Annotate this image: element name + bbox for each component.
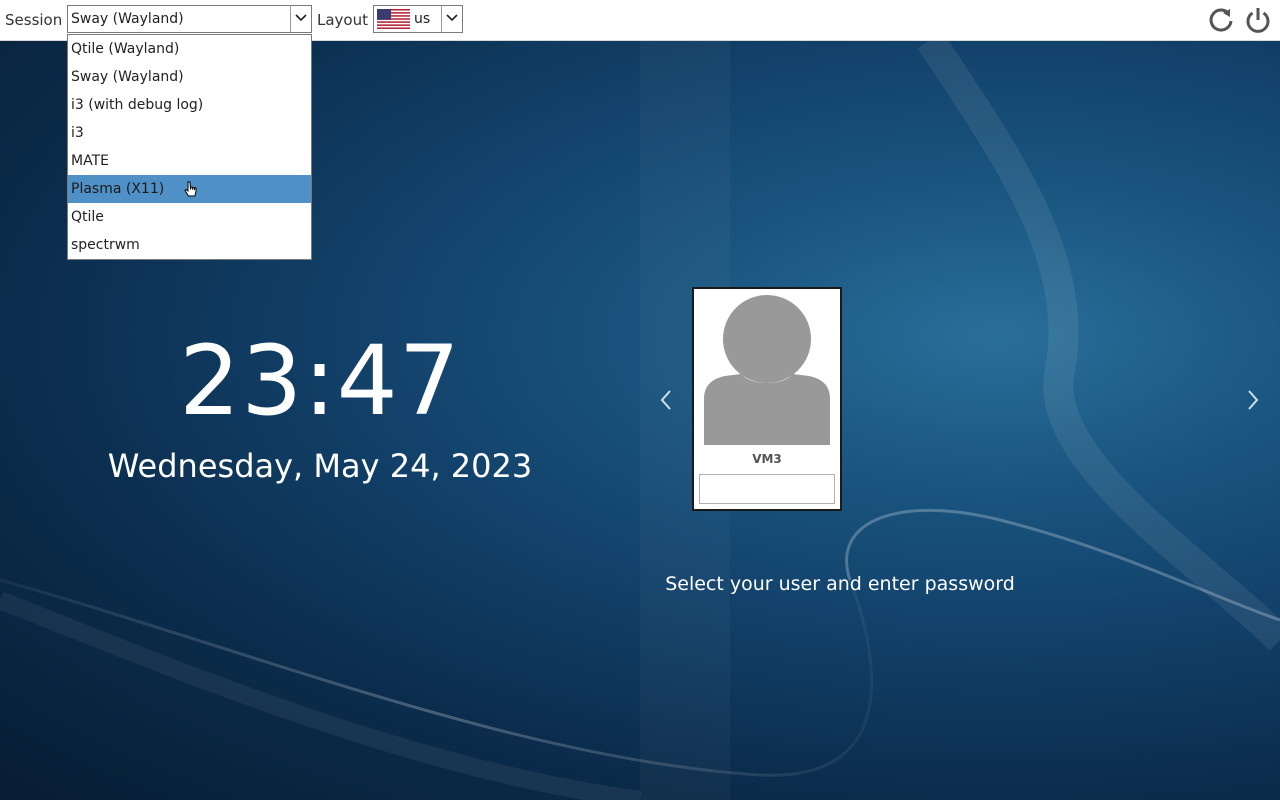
chevron-left-icon[interactable] [660, 389, 672, 411]
clock-date: Wednesday, May 24, 2023 [107, 447, 533, 485]
session-option-sway-wayland[interactable]: Sway (Wayland) [68, 63, 311, 91]
password-field[interactable] [699, 474, 835, 504]
hand-cursor-icon [184, 181, 197, 197]
session-option-i3-debug[interactable]: i3 (with debug log) [68, 91, 311, 119]
user-name: VM3 [752, 452, 782, 466]
session-dropdown-menu: Qtile (Wayland) Sway (Wayland) i3 (with … [67, 34, 312, 260]
session-select[interactable]: Sway (Wayland) [67, 5, 312, 33]
session-option-spectrwm[interactable]: spectrwm [68, 231, 311, 259]
chevron-down-icon[interactable] [441, 6, 462, 32]
chevron-right-icon[interactable] [1247, 389, 1259, 411]
login-hint: Select your user and enter password [665, 573, 1015, 595]
session-option-qtile-wayland[interactable]: Qtile (Wayland) [68, 35, 311, 63]
layout-select-value: us [414, 11, 431, 27]
session-select-value: Sway (Wayland) [71, 11, 184, 27]
avatar-icon [704, 295, 830, 445]
reboot-icon[interactable] [1207, 6, 1235, 34]
power-icon[interactable] [1244, 6, 1272, 34]
layout-label: Layout [317, 11, 368, 29]
user-card[interactable]: VM3 [692, 287, 842, 511]
clock-time: 23:47 [179, 325, 461, 437]
session-label: Session [5, 11, 63, 29]
session-option-i3[interactable]: i3 [68, 119, 311, 147]
session-option-mate[interactable]: MATE [68, 147, 311, 175]
chevron-down-icon[interactable] [290, 6, 311, 32]
us-flag-icon [377, 9, 410, 29]
session-option-qtile[interactable]: Qtile [68, 203, 311, 231]
layout-select[interactable]: us [373, 5, 463, 33]
